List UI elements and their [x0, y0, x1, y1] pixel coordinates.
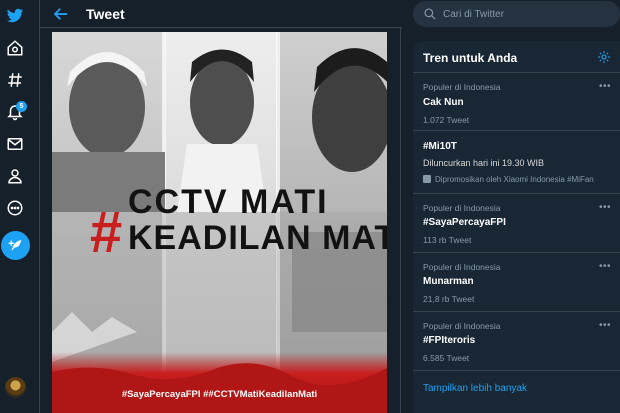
trend-item[interactable]: Populer di Indonesia ••• #SayaPercayaFPI… [413, 194, 620, 253]
trends-title: Tren untuk Anda [423, 51, 518, 65]
trend-item[interactable]: Populer di Indonesia ••• Cak Nun 1.072 T… [413, 73, 620, 131]
trend-name: #FPIteroris [423, 335, 476, 346]
trend-more-icon[interactable]: ••• [599, 82, 611, 92]
account-avatar[interactable] [5, 377, 26, 398]
headline-line-2: KEADILAN MATI [128, 219, 387, 257]
compose-tweet-button[interactable] [1, 231, 30, 260]
show-more-link[interactable]: Tampilkan lebih banyak [423, 383, 527, 394]
trend-context: Populer di Indonesia [423, 262, 501, 272]
feather-plus-icon [8, 239, 21, 251]
trend-name: #SayaPercayaFPI [423, 217, 506, 228]
notifications-badge: 5 [16, 101, 27, 112]
more-options-icon[interactable] [3, 196, 27, 220]
back-arrow-icon[interactable] [52, 5, 70, 23]
notifications-bell-icon[interactable]: 5 [3, 100, 27, 124]
messages-envelope-icon[interactable] [3, 132, 27, 156]
profile-person-icon[interactable] [3, 164, 27, 188]
trend-context: Populer di Indonesia [423, 203, 501, 213]
tweet-header: Tweet [40, 0, 402, 28]
trend-tweet-count: 6.585 Tweet [423, 353, 470, 363]
home-icon[interactable] [3, 36, 27, 60]
headline-hash: # [90, 200, 123, 265]
trend-more-icon[interactable]: ••• [599, 203, 611, 213]
promoted-label: Dipromosikan oleh Xiaomi Indonesia #MiFa… [423, 175, 594, 184]
headline-line-1: CCTV MATI [128, 183, 329, 221]
search-input[interactable] [443, 5, 613, 23]
left-nav: 5 [0, 0, 30, 413]
search-box[interactable] [413, 1, 620, 27]
twitter-logo-icon[interactable] [3, 4, 27, 28]
settings-gear-icon[interactable] [597, 50, 611, 64]
trend-description: Diluncurkan hari ini 19.30 WIB [423, 158, 545, 168]
trends-panel: Tren untuk Anda Populer di Indonesia •••… [413, 41, 620, 413]
trend-context: Populer di Indonesia [423, 321, 501, 331]
page-title: Tweet [86, 6, 125, 22]
trend-tweet-count: 113 rb Tweet [423, 235, 472, 245]
trend-item[interactable]: Populer di Indonesia ••• #FPIteroris 6.5… [413, 312, 620, 371]
trend-name: Munarman [423, 276, 474, 287]
trend-name: #Mi10T [423, 141, 457, 152]
trend-context: Populer di Indonesia [423, 82, 501, 92]
trend-more-icon[interactable]: ••• [599, 262, 611, 272]
promoted-icon [423, 175, 431, 183]
trend-tweet-count: 21,8 rb Tweet [423, 294, 475, 304]
trend-item[interactable]: Populer di Indonesia ••• Munarman 21,8 r… [413, 253, 620, 312]
trends-header: Tren untuk Anda [413, 41, 620, 73]
promoted-text: Dipromosikan oleh Xiaomi Indonesia #MiFa… [435, 175, 594, 184]
tweet-image[interactable]: # CCTV MATI KEADILAN MATI #SayaPercayaFP… [52, 32, 387, 413]
promoted-trend-item[interactable]: #Mi10T Diluncurkan hari ini 19.30 WIB Di… [413, 131, 620, 194]
image-hashtag-caption: #SayaPercayaFPI ##CCTVMatiKeadilanMati [121, 389, 318, 400]
trend-name: Cak Nun [423, 97, 464, 108]
trend-tweet-count: 1.072 Tweet [423, 115, 470, 125]
trend-more-icon[interactable]: ••• [599, 321, 611, 331]
explore-hashtag-icon[interactable] [3, 68, 27, 92]
tweet-detail-column: Tweet # CCTV MATI KEADILAN MATI #SayaPer… [39, 0, 402, 413]
search-icon [424, 8, 436, 20]
